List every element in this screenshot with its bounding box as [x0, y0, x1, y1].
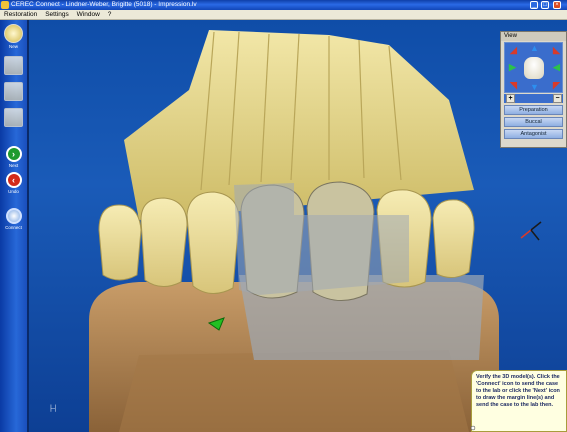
arrow-down-icon[interactable]: ▼ — [530, 83, 539, 92]
buccal-scan-button[interactable] — [3, 108, 24, 127]
new-button[interactable]: New — [3, 24, 24, 49]
next-button[interactable]: › Next — [3, 146, 24, 168]
axis-indicator-icon — [520, 221, 542, 241]
view-panel-title: View — [501, 32, 566, 41]
title-bar: CEREC Connect - Lindner-Weber, Brigitte … — [0, 0, 567, 10]
close-button[interactable]: × — [553, 1, 561, 9]
jaw-scan-icon — [4, 108, 23, 127]
arrow-left-icon[interactable]: ◀ — [552, 63, 561, 72]
arrow-up-left-icon[interactable]: ◤ — [552, 81, 561, 90]
menu-bar: Restoration Settings Window ? — [0, 10, 567, 20]
undo-label: Undo — [8, 189, 19, 194]
connect-button[interactable]: Connect — [3, 208, 24, 230]
resize-grip-icon[interactable] — [470, 425, 476, 431]
tooth-orientation-icon — [524, 57, 544, 79]
zoom-controls: + − — [504, 94, 563, 103]
menu-restoration[interactable]: Restoration — [0, 10, 39, 20]
undo-button[interactable]: ‹ Undo — [3, 172, 24, 194]
zoom-out-button[interactable]: − — [553, 94, 562, 103]
instruction-tooltip: Verify the 3D model(s). Click the 'Conne… — [471, 370, 567, 432]
next-arrow-icon: › — [5, 146, 22, 162]
upper-model-base — [124, 30, 474, 220]
lower-base-plinth — [119, 350, 469, 432]
left-toolbar: New › Next ‹ Undo Connect — [0, 20, 27, 432]
jaw-scan-icon — [4, 56, 23, 75]
cerec-logo-icon — [1, 1, 9, 9]
connect-label: Connect — [5, 225, 22, 230]
menu-help[interactable]: ? — [104, 10, 114, 20]
preparation-view-button[interactable]: Preparation — [504, 105, 563, 115]
preparation-scan-button[interactable] — [3, 56, 24, 75]
maximize-button[interactable]: □ — [541, 1, 549, 9]
arrow-down-right-icon[interactable]: ◢ — [509, 46, 518, 55]
new-tooth-icon — [4, 24, 23, 43]
next-label: Next — [8, 163, 19, 168]
arrow-up-icon[interactable]: ▲ — [530, 44, 539, 53]
window-title: CEREC Connect - Lindner-Weber, Brigitte … — [11, 1, 197, 8]
connect-globe-icon — [5, 208, 22, 224]
view-orientation-grid: ▲ ▼ ▶ ◀ ◢ ◣ ◥ ◤ — [504, 42, 563, 93]
buccal-view-button[interactable]: Buccal — [504, 117, 563, 127]
arrow-down-left-icon[interactable]: ◣ — [552, 46, 561, 55]
arrow-up-right-icon[interactable]: ◥ — [509, 81, 518, 90]
zoom-in-button[interactable]: + — [506, 94, 515, 103]
minimize-button[interactable]: _ — [530, 1, 538, 9]
antagonist-view-button[interactable]: Antagonist — [504, 129, 563, 139]
view-panel: View ▲ ▼ ▶ ◀ ◢ ◣ ◥ ◤ + − Preparation Buc… — [500, 31, 567, 148]
arrow-right-icon[interactable]: ▶ — [508, 63, 517, 72]
new-label: New — [8, 44, 18, 49]
antagonist-scan-button[interactable] — [3, 82, 24, 101]
menu-settings[interactable]: Settings — [41, 10, 71, 20]
scale-bar-icon: ├┤ — [48, 406, 58, 412]
undo-arrow-icon: ‹ — [5, 172, 22, 188]
jaw-scan-icon — [4, 82, 23, 101]
menu-window[interactable]: Window — [73, 10, 102, 20]
